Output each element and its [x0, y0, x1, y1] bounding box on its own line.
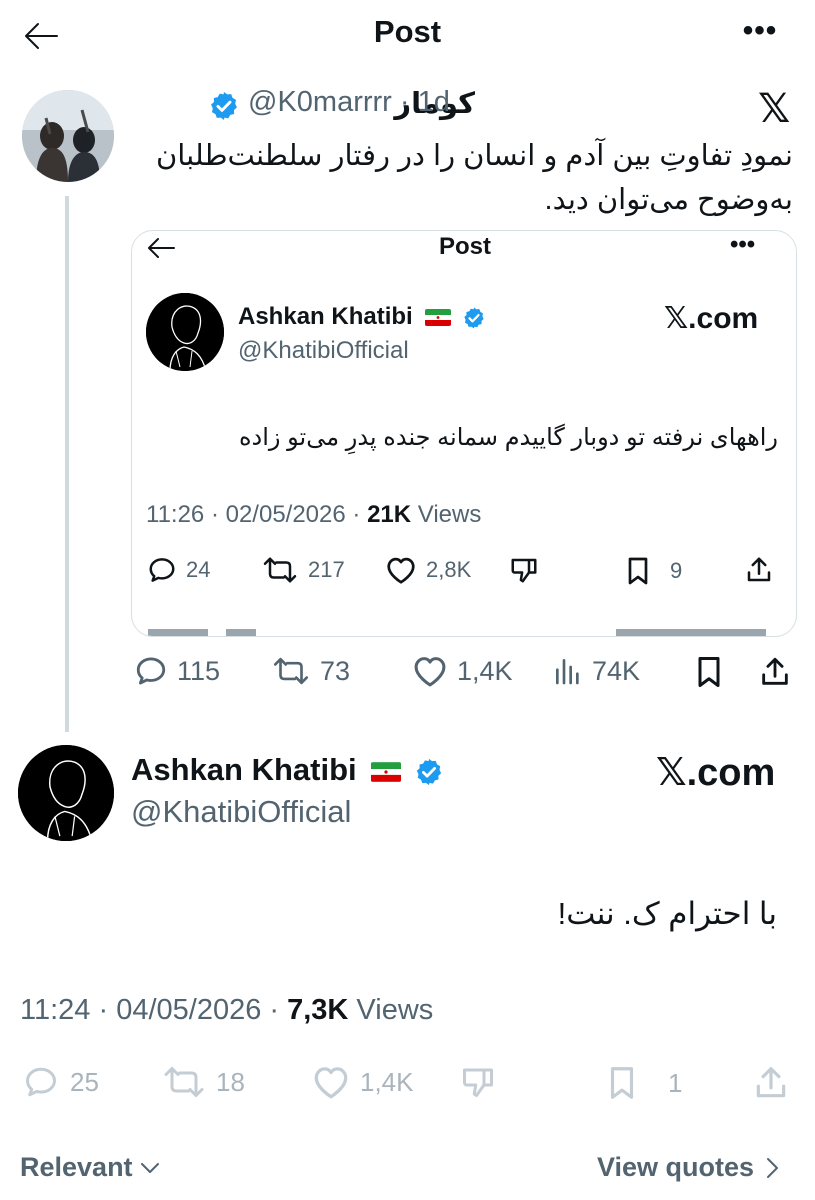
card-reply-stat: 24: [146, 555, 210, 585]
x-logo-icon: 𝕏: [758, 87, 791, 131]
thread-line: [65, 196, 69, 732]
heart-icon: [387, 557, 415, 584]
share-icon: [756, 1067, 786, 1098]
card-timestamp: 11:26 · 02/05/2026 · 21K Views: [146, 501, 481, 529]
iran-flag-icon: [371, 762, 402, 782]
bookmark-button[interactable]: [694, 654, 724, 690]
card-views-count: 21K: [367, 501, 412, 528]
top-bar: Post •••: [0, 0, 815, 72]
reply-icon: [149, 558, 175, 582]
profile-photo: [22, 90, 114, 182]
heart-icon: [314, 1067, 348, 1099]
card-author-name: Ashkan Khatibi: [238, 303, 486, 331]
bookmark-icon: [698, 657, 720, 687]
card-title: Post: [438, 233, 491, 260]
repost-count: 18: [216, 1066, 245, 1097]
reply-count: 25: [70, 1066, 99, 1097]
tweet-text-line: به‌وضوح می‌توان دید.: [544, 184, 793, 216]
card-like-stat: 2,8K: [384, 555, 471, 585]
reply-icon: [136, 657, 166, 685]
avatar[interactable]: [18, 745, 114, 841]
repost-count: 73: [320, 655, 351, 686]
views-count: 7,3K: [287, 994, 349, 1026]
chevron-right-icon: [767, 1157, 779, 1178]
card-bookmark-count: 9: [670, 558, 683, 583]
view-quotes-link[interactable]: View quotes: [597, 1152, 780, 1183]
page-title: Post: [373, 14, 442, 49]
card-share-icon: [744, 555, 774, 585]
views-label: Views: [348, 994, 434, 1026]
share-icon: [762, 657, 788, 685]
repost-button[interactable]: 73: [270, 654, 350, 688]
reply-icon: [26, 1067, 56, 1097]
author-name-text: Ashkan Khatibi: [131, 752, 357, 787]
views-chart-icon: [556, 659, 579, 685]
card-watermark: 𝕏.com: [664, 302, 759, 335]
share-button[interactable]: [758, 654, 792, 690]
reply-button[interactable]: 115: [133, 654, 220, 688]
card-time-text: 11:26 · 02/05/2026 ·: [146, 501, 368, 528]
repost-button[interactable]: 18: [160, 1064, 245, 1100]
card-bookmark-stat: 9: [624, 555, 682, 587]
tweet-text-line: نمودِ تفاوتِ بین آدم و انسان را در رفتار…: [155, 140, 793, 172]
card-dislike-icon: [508, 555, 540, 585]
profile-photo: [18, 745, 114, 841]
verified-badge-icon: [414, 757, 444, 787]
bookmark-count: 1: [668, 1067, 683, 1098]
reply-button[interactable]: 25: [20, 1064, 99, 1100]
bookmark-button[interactable]: 1: [604, 1064, 682, 1102]
share-button[interactable]: [752, 1064, 790, 1102]
views-count: 74K: [592, 655, 641, 686]
tweet-text: نمودِ تفاوتِ بین آدم و انسان را در رفتار…: [103, 134, 793, 222]
embedded-screenshot-card[interactable]: Post ••• Ashkan Khatibi @KhatibiOfficial…: [131, 230, 797, 637]
view-quotes-label: View quotes: [597, 1152, 755, 1182]
timestamp-text: 11:24 · 04/05/2026 ·: [20, 994, 288, 1026]
dislike-icon: [463, 1068, 493, 1097]
card-repost-stat: 217: [260, 555, 345, 585]
sort-dropdown[interactable]: Relevant: [20, 1152, 161, 1183]
chevron-down-icon: [140, 1162, 159, 1173]
card-tweet-text: راههای نرفته تو دوبار گاییدم سمانه جنده …: [238, 424, 778, 451]
verified-badge-icon: [208, 90, 240, 122]
card-cutoff-row: [146, 627, 786, 636]
card-avatar: [146, 293, 224, 371]
x-watermark: 𝕏.com: [656, 752, 776, 794]
author-handle[interactable]: @K0marrrr · 1d: [248, 86, 450, 119]
like-button[interactable]: 1,4K: [310, 1064, 414, 1100]
like-count: 1,4K: [360, 1066, 414, 1097]
reply-count: 115: [177, 655, 221, 686]
iran-flag-icon: [425, 309, 452, 327]
repost-icon: [273, 657, 309, 685]
author-name[interactable]: Ashkan Khatibi: [131, 752, 444, 788]
bookmark-icon: [610, 1067, 634, 1099]
tweet-text: با احترام ک. ننت!: [557, 896, 777, 931]
like-button[interactable]: 1,4K: [411, 654, 513, 688]
author-handle[interactable]: @KhatibiOfficial: [131, 794, 351, 830]
more-options-button[interactable]: •••: [735, 16, 785, 54]
card-reply-count: 24: [186, 557, 211, 582]
card-repost-count: 217: [308, 557, 345, 582]
dislike-button[interactable]: [458, 1064, 498, 1100]
card-verified-icon: [462, 306, 486, 330]
card-views-label: Views: [411, 501, 482, 528]
post-timestamp: 11:24 · 04/05/2026 · 7,3K Views: [20, 994, 433, 1027]
sort-label: Relevant: [20, 1152, 133, 1182]
card-author-text: Ashkan Khatibi: [238, 303, 413, 330]
card-more-icon: •••: [730, 231, 756, 258]
heart-icon: [414, 657, 446, 687]
handle-text: @K0marrrr: [248, 86, 392, 118]
card-author-handle: @KhatibiOfficial: [238, 337, 409, 364]
repost-icon: [263, 557, 297, 583]
views-button[interactable]: 74K: [552, 654, 640, 688]
card-like-count: 2,8K: [426, 557, 472, 582]
avatar[interactable]: [22, 90, 114, 182]
post-age: · 1d: [399, 86, 450, 118]
bookmark-icon: [628, 557, 648, 585]
repost-icon: [164, 1067, 204, 1097]
like-count: 1,4K: [457, 655, 513, 686]
